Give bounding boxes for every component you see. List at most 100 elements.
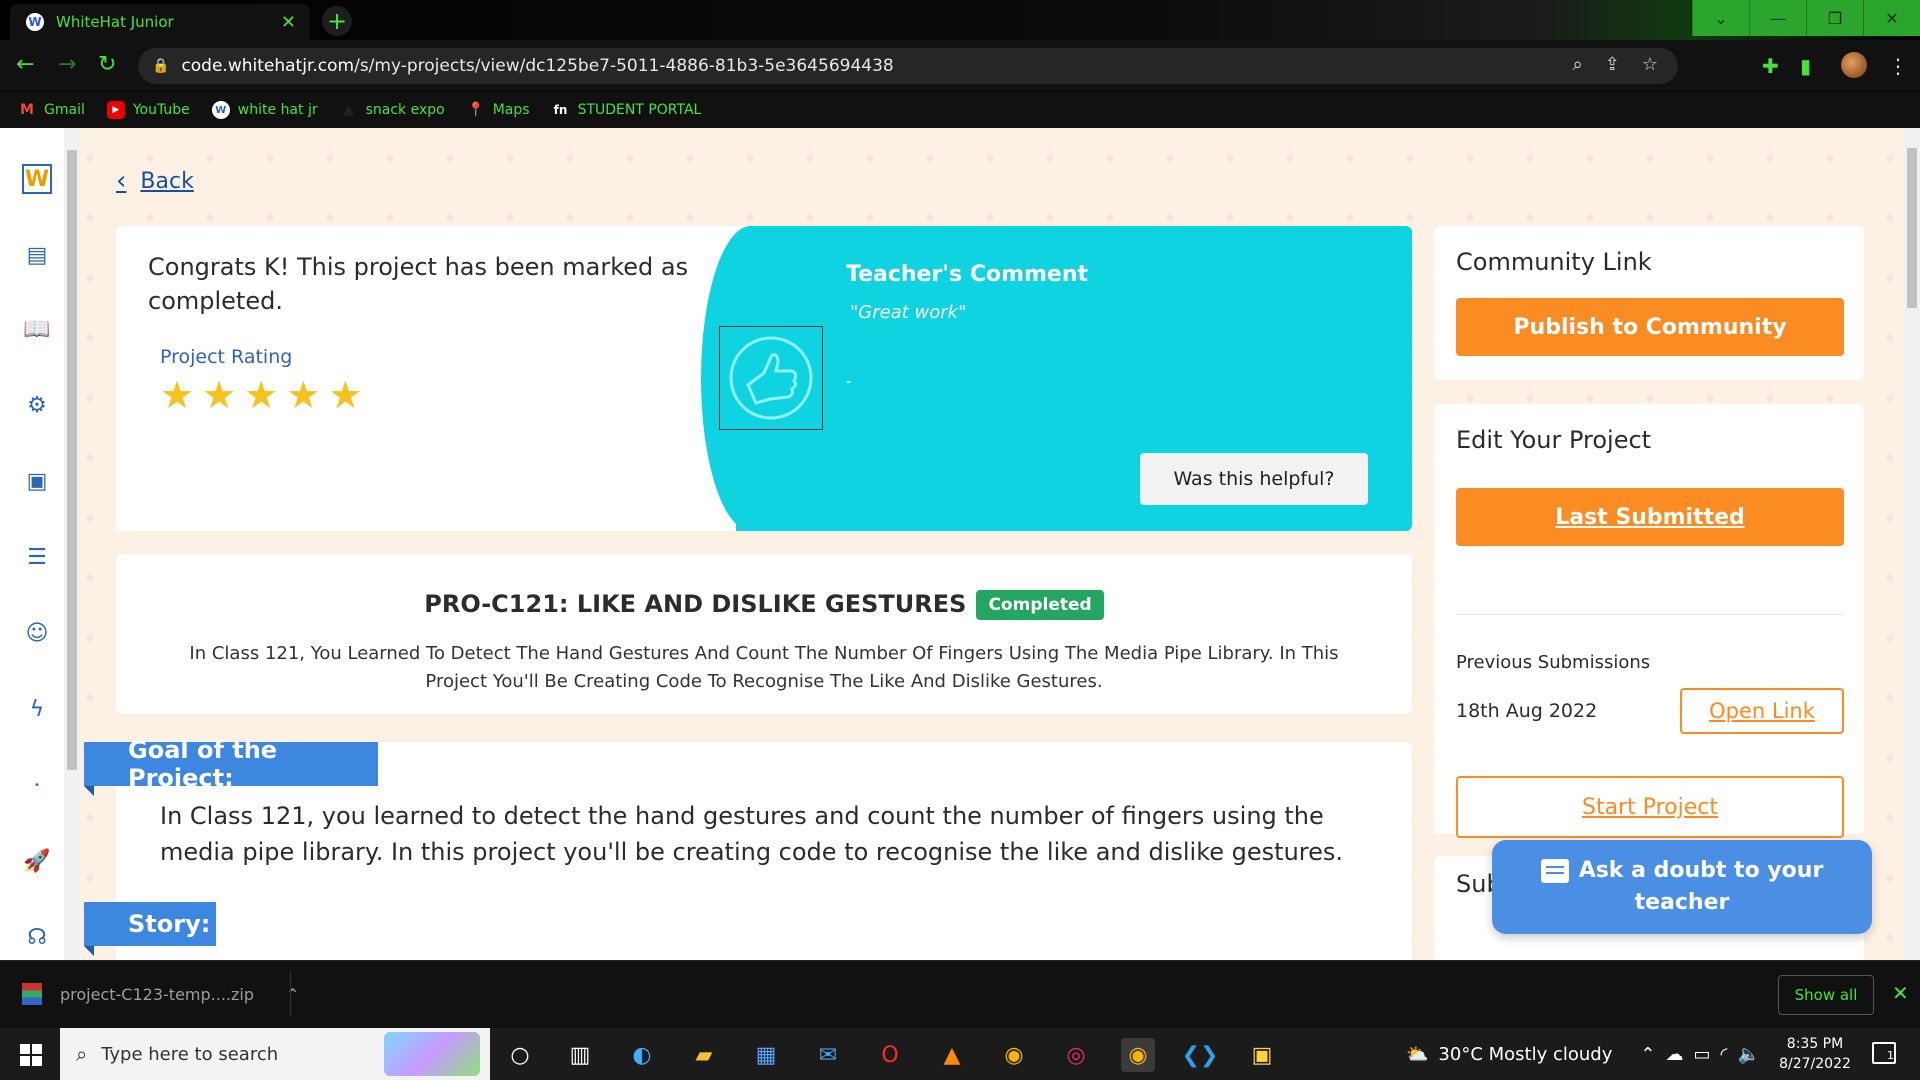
mail-icon[interactable]: ✉ bbox=[811, 1038, 845, 1072]
bookmark-whitehat[interactable]: Wwhite hat jr bbox=[211, 101, 318, 119]
file-explorer-icon[interactable]: ▰ bbox=[687, 1038, 721, 1072]
left-scrollbar[interactable] bbox=[64, 128, 80, 960]
open-link-button[interactable]: Open Link bbox=[1680, 688, 1844, 734]
dot-icon: • bbox=[34, 779, 40, 791]
activity-icon[interactable]: ⚙ bbox=[22, 390, 52, 420]
teacher-comment-title: Teacher's Comment bbox=[846, 262, 1089, 287]
minimize-button[interactable]: — bbox=[1749, 0, 1806, 36]
url-text: code.whitehatjr.com/s/my-projects/view/d… bbox=[181, 56, 894, 76]
volume-icon[interactable]: 🔈 bbox=[1737, 1044, 1759, 1065]
logo-icon[interactable]: W bbox=[22, 164, 52, 194]
battery-icon[interactable]: ▭ bbox=[1693, 1044, 1710, 1065]
menu-icon[interactable]: ⋮ bbox=[1888, 54, 1908, 78]
chrome-active-icon[interactable]: ◉ bbox=[1121, 1038, 1155, 1072]
chevron-up-icon[interactable]: ⌃ bbox=[1640, 1044, 1655, 1065]
bookmark-youtube[interactable]: ▶ YouTube bbox=[106, 101, 190, 119]
back-nav-icon[interactable]: ← bbox=[16, 52, 34, 77]
rocket-icon[interactable]: 🚀 bbox=[22, 846, 52, 876]
vlc-icon[interactable]: ▲ bbox=[935, 1038, 969, 1072]
taskbar: ⌕ Type here to search ○ ▥ ◐ ▰ ▦ ✉ O ▲ ◉ … bbox=[0, 1028, 1920, 1080]
opera-icon[interactable]: O bbox=[873, 1038, 907, 1072]
bookmark-star-icon[interactable]: ☆ bbox=[1642, 54, 1658, 75]
address-bar[interactable]: 🔒 code.whitehatjr.com/s/my-projects/view… bbox=[138, 48, 1678, 84]
whitehat-favicon-icon: W bbox=[26, 13, 44, 31]
tab-search-icon[interactable]: ⌄ bbox=[1692, 0, 1749, 36]
community-card: Community Link Publish to Community bbox=[1434, 226, 1864, 380]
chevron-up-icon[interactable]: ⌃ bbox=[286, 985, 299, 1004]
star-icon: ★ bbox=[286, 373, 321, 417]
side-panel-icon[interactable]: ▮ bbox=[1800, 54, 1811, 78]
lightning-icon[interactable]: ϟ bbox=[22, 694, 52, 724]
chrome-icon[interactable]: ◉ bbox=[997, 1038, 1031, 1072]
bookmark-gmail[interactable]: M Gmail bbox=[18, 101, 85, 119]
star-icon: ★ bbox=[244, 373, 279, 417]
rating-label: Project Rating bbox=[160, 346, 293, 368]
edit-project-card: Edit Your Project Last Submitted Previou… bbox=[1434, 404, 1864, 838]
tab-bar: W WhiteHat Junior ✕ + ⌄ — ❐ ✕ bbox=[0, 0, 1920, 40]
extensions-icon[interactable]: ✚ bbox=[1762, 54, 1779, 78]
profile-avatar[interactable] bbox=[1841, 52, 1867, 78]
wifi-icon[interactable]: ◜ bbox=[1720, 1044, 1727, 1065]
project-card: PRO-C121: LIKE AND DISLIKE GESTURES Compl… bbox=[116, 554, 1412, 714]
start-project-button[interactable]: Start Project bbox=[1456, 776, 1844, 838]
show-all-button[interactable]: Show all bbox=[1778, 975, 1874, 1015]
zoom-icon[interactable]: ⌕ bbox=[1573, 54, 1583, 75]
restore-button[interactable]: ❐ bbox=[1806, 0, 1863, 36]
close-window-button[interactable]: ✕ bbox=[1863, 0, 1920, 36]
vscode-icon[interactable]: ❮❯ bbox=[1182, 1038, 1219, 1072]
helpful-button[interactable]: Was this helpful? bbox=[1140, 453, 1368, 505]
teacher-comment-text: "Great work" bbox=[850, 302, 967, 323]
bookmarks-bar: M Gmail ▶ YouTube Wwhite hat jr ▲ snack exp… bbox=[0, 92, 1920, 128]
tab-title: WhiteHat Junior bbox=[56, 13, 174, 31]
star-icon: ★ bbox=[328, 373, 363, 417]
notes-icon[interactable]: ▣ bbox=[22, 466, 52, 496]
support-icon[interactable]: ☊ bbox=[22, 922, 52, 952]
dashboard-icon[interactable]: ▤ bbox=[22, 240, 52, 270]
expo-icon: ▲ bbox=[343, 102, 354, 118]
bookmark-student-portal[interactable]: fn STUDENT PORTAL bbox=[552, 101, 702, 119]
last-submitted-button[interactable]: Last Submitted bbox=[1456, 488, 1844, 546]
divider bbox=[1456, 614, 1844, 615]
book-icon[interactable]: 📖 bbox=[22, 314, 52, 344]
publish-button[interactable]: Publish to Community bbox=[1456, 298, 1844, 356]
instagram-icon[interactable]: ◎ bbox=[1059, 1038, 1093, 1072]
task-view-icon[interactable]: ▥ bbox=[563, 1038, 597, 1072]
zip-file-icon bbox=[22, 983, 42, 1005]
close-downloads-icon[interactable]: ✕ bbox=[1892, 981, 1909, 1005]
browser-tab[interactable]: W WhiteHat Junior ✕ bbox=[10, 4, 310, 40]
search-highlight-image bbox=[384, 1032, 480, 1076]
goal-heading: Goal of the Project: bbox=[84, 736, 378, 796]
store-icon[interactable]: ▦ bbox=[749, 1038, 783, 1072]
new-tab-button[interactable]: + bbox=[322, 6, 352, 36]
weather-text[interactable]: 30°C Mostly cloudy bbox=[1438, 1044, 1612, 1065]
forward-nav-icon[interactable]: → bbox=[58, 52, 76, 77]
right-scrollbar[interactable] bbox=[1904, 128, 1920, 960]
quiz-icon[interactable]: ☺ bbox=[22, 618, 52, 648]
search-icon: ⌕ bbox=[76, 1042, 88, 1066]
status-badge: Completed bbox=[976, 590, 1104, 620]
taskbar-search[interactable]: ⌕ Type here to search bbox=[60, 1028, 490, 1080]
cloud-icon[interactable]: ☁ bbox=[1665, 1044, 1683, 1065]
completion-card: Congrats K! This project has been marked… bbox=[116, 226, 1412, 531]
rating-stars: ★ ★ ★ ★ ★ bbox=[160, 376, 362, 414]
ask-doubt-button[interactable]: Ask a doubt to your teacher bbox=[1492, 840, 1872, 934]
community-title: Community Link bbox=[1456, 248, 1652, 276]
share-icon[interactable]: ⇪ bbox=[1605, 54, 1620, 75]
edit-title: Edit Your Project bbox=[1456, 426, 1652, 454]
edge-icon[interactable]: ◐ bbox=[625, 1038, 659, 1072]
back-link[interactable]: ‹ Back bbox=[116, 166, 194, 196]
python-icon[interactable]: ▣ bbox=[1245, 1038, 1279, 1072]
goal-text: In Class 121, you learned to detect the … bbox=[160, 802, 1344, 866]
document-icon[interactable]: ☰ bbox=[22, 542, 52, 572]
notification-icon[interactable]: 1 bbox=[1872, 1042, 1896, 1064]
cortana-icon[interactable]: ○ bbox=[503, 1038, 537, 1072]
download-item[interactable]: project-C123-temp....zip ⌃ bbox=[22, 983, 299, 1005]
bookmark-maps[interactable]: 📍 Maps bbox=[467, 101, 530, 119]
chat-icon bbox=[1540, 859, 1569, 883]
portal-icon: fn bbox=[553, 103, 568, 117]
windows-start-icon[interactable] bbox=[20, 1044, 42, 1066]
bookmark-snack-expo[interactable]: ▲ snack expo bbox=[340, 101, 445, 119]
clock[interactable]: 8:35 PM 8/27/2022 bbox=[1770, 1034, 1860, 1074]
close-tab-icon[interactable]: ✕ bbox=[281, 12, 296, 33]
reload-icon[interactable]: ↻ bbox=[98, 52, 116, 77]
